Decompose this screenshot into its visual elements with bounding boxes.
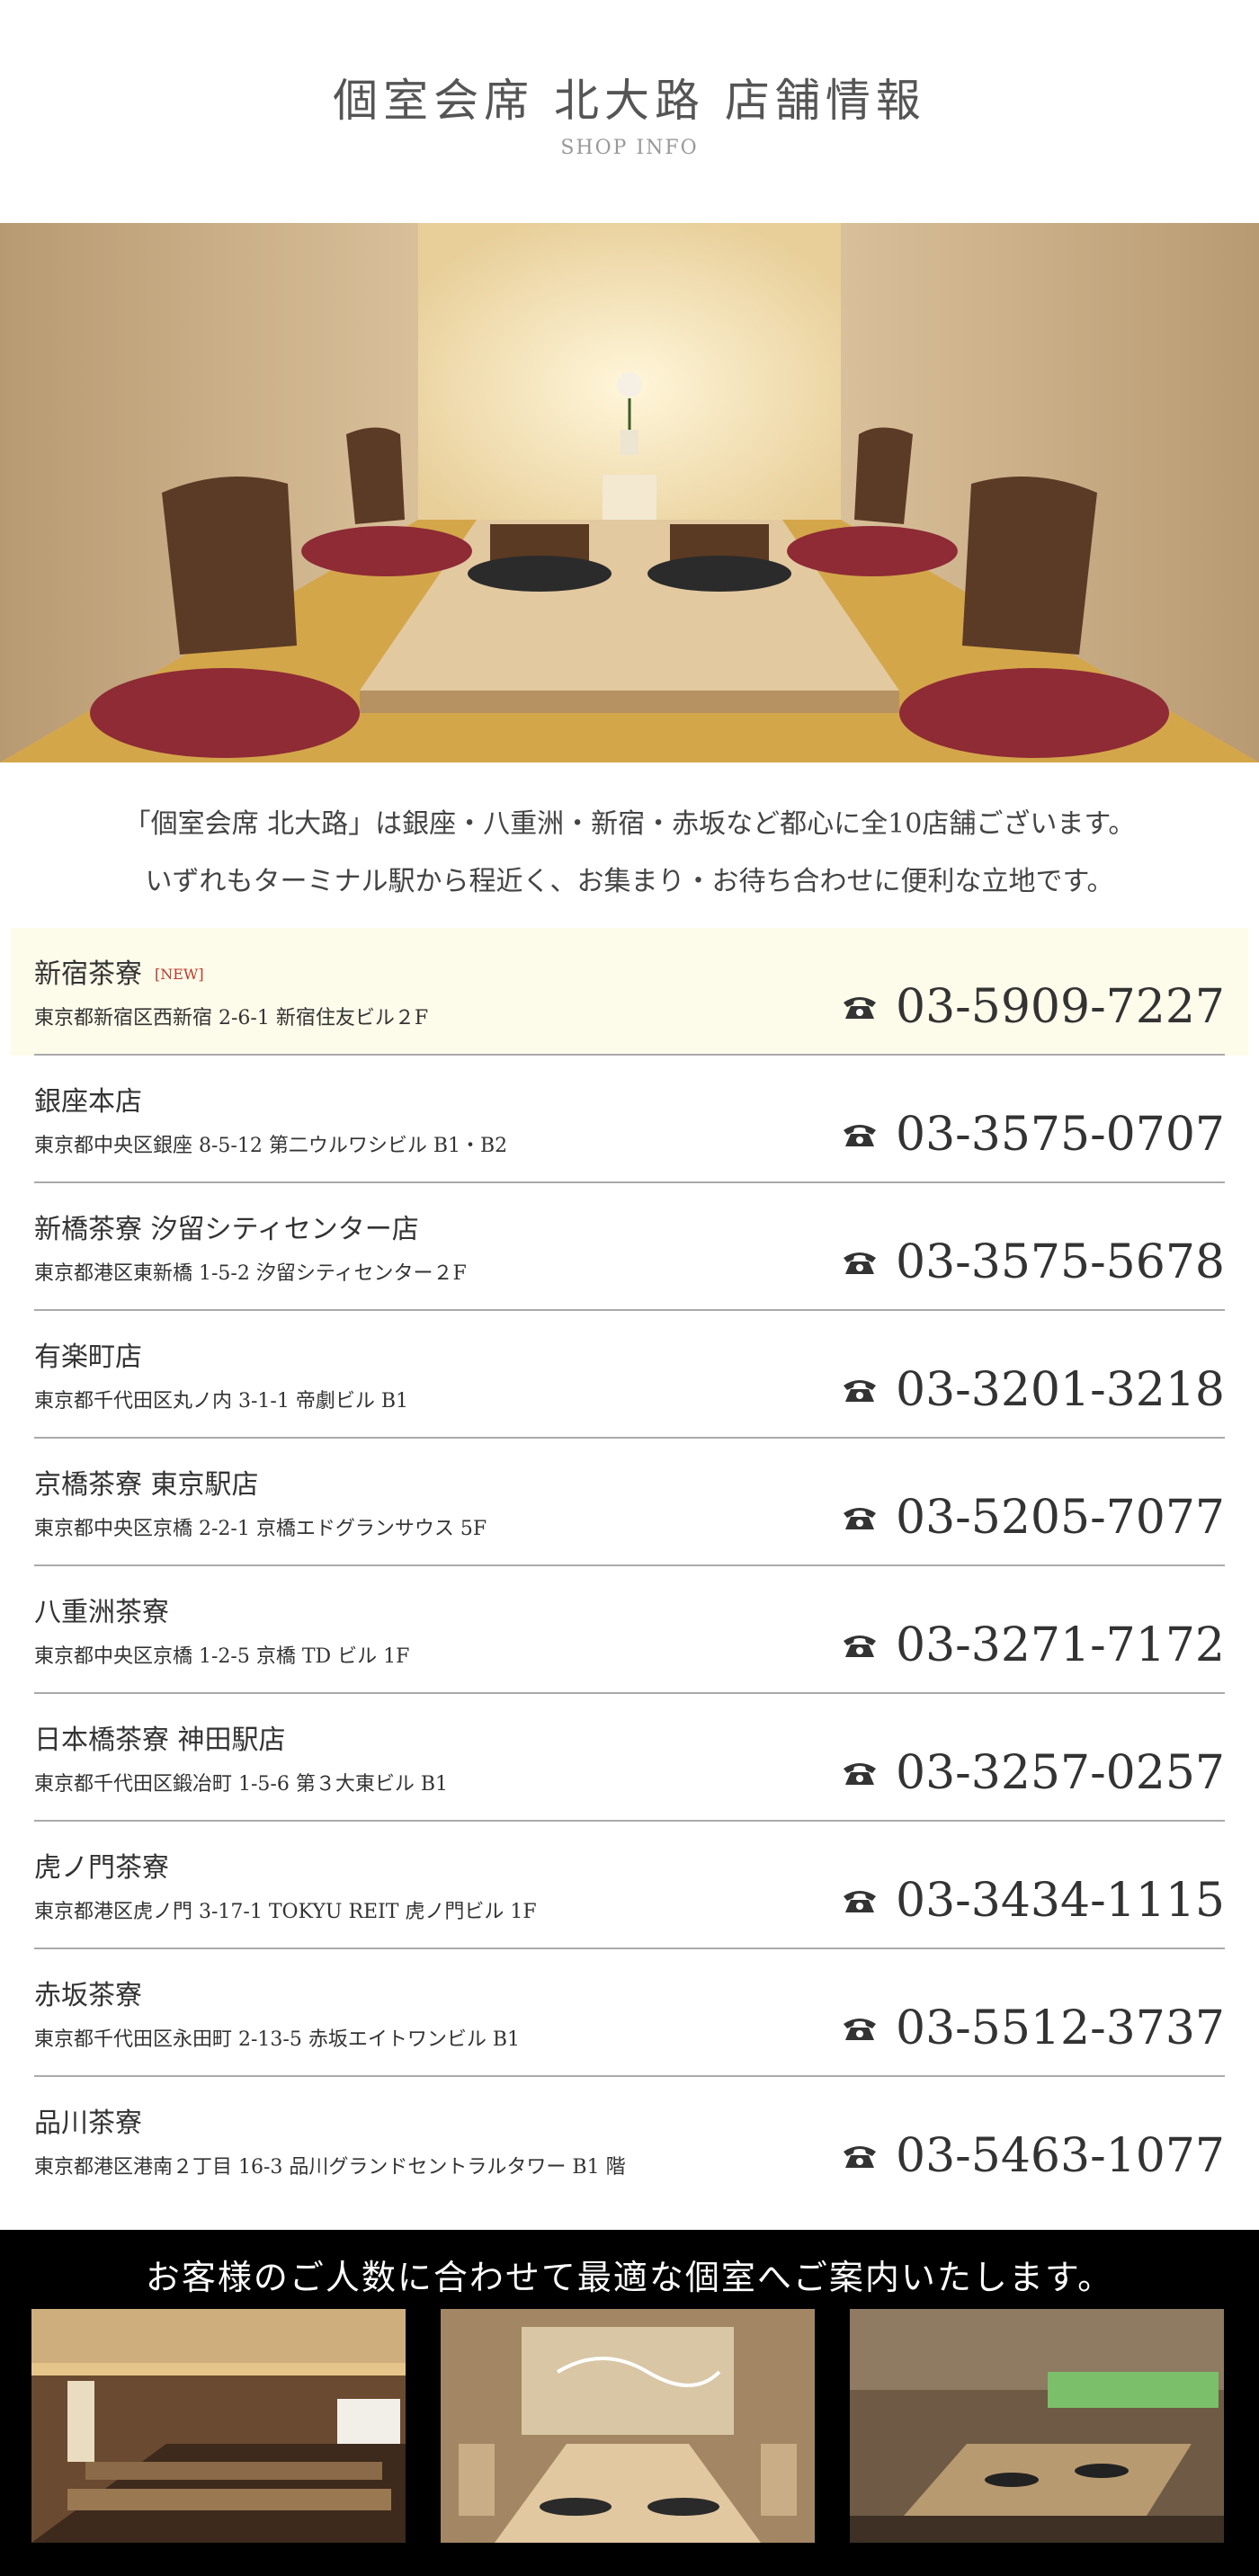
shop-item-kyobashi: 京橋茶寮 東京駅店 東京都中央区京橋 2-2-1 京橋エドグランサウス 5F 0… — [11, 1439, 1248, 1566]
shop-phone-link[interactable]: 03-3201-3218 — [842, 1363, 1225, 1417]
shop-address: 東京都千代田区鍛冶町 1-5-6 第３大東ビル B1 — [34, 1773, 449, 1796]
shop-item-shinagawa: 品川茶寮 東京都港区港南２丁目 16-3 品川グランドセントラルタワー B1 階… — [11, 2077, 1248, 2205]
shop-phone-number: 03-3201-3218 — [896, 1363, 1225, 1417]
intro-text: 「個室会席 北大路」は銀座・八重洲・新宿・赤坂など都心に全10店舗ございます。 … — [0, 796, 1259, 911]
hero-image — [0, 223, 1259, 762]
shop-phone-link[interactable]: 03-5909-7227 — [842, 980, 1225, 1034]
shop-address: 東京都千代田区永田町 2-13-5 赤坂エイトワンビル B1 — [34, 2028, 521, 2051]
shop-name: 品川茶寮 — [34, 2108, 142, 2139]
new-badge: [NEW] — [155, 966, 204, 983]
shop-phone-number: 03-3434-1115 — [896, 1874, 1225, 1928]
shop-phone-number: 03-3257-0257 — [896, 1746, 1225, 1800]
shop-name: 日本橋茶寮 神田駅店 — [34, 1725, 286, 1756]
shop-phone-link[interactable]: 03-5463-1077 — [842, 2129, 1225, 2183]
shop-name: 新宿茶寮 — [34, 958, 142, 990]
shop-name: 有楽町店 — [34, 1341, 142, 1373]
shop-name: 新橋茶寮 汐留シティセンター店 — [34, 1214, 419, 1245]
shop-name: 赤坂茶寮 — [34, 1980, 142, 2011]
shop-phone-number: 03-3575-5678 — [896, 1235, 1225, 1289]
shop-phone-link[interactable]: 03-3434-1115 — [842, 1874, 1225, 1928]
shop-address: 東京都千代田区丸ノ内 3-1-1 帝劇ビル B1 — [34, 1390, 409, 1413]
shop-phone-number: 03-5909-7227 — [896, 980, 1225, 1034]
shop-address: 東京都港区港南２丁目 16-3 品川グランドセントラルタワー B1 階 — [34, 2156, 626, 2179]
shop-phone-number: 03-3575-0707 — [896, 1108, 1225, 1162]
shop-item-shimbashi: 新橋茶寮 汐留シティセンター店 東京都港区東新橋 1-5-2 汐留シティセンター… — [11, 1183, 1248, 1311]
shop-item-toranomon: 虎ノ門茶寮 東京都港区虎ノ門 3-17-1 TOKYU REIT 虎ノ門ビル 1… — [11, 1822, 1248, 1949]
shop-phone-number: 03-3271-7172 — [896, 1618, 1225, 1672]
shop-item-shinjuku: 新宿茶寮 [NEW] 東京都新宿区西新宿 2-6-1 新宿住友ビル２F 03-59… — [11, 928, 1248, 1056]
page-title: 個室会席 北大路 店舗情報 — [333, 75, 926, 127]
shop-address: 東京都新宿区西新宿 2-6-1 新宿住友ビル２F — [34, 1007, 429, 1030]
shop-phone-number: 03-5463-1077 — [896, 2129, 1225, 2183]
phone-icon — [844, 1125, 877, 1146]
phone-icon — [844, 997, 877, 1019]
room-photo-private-room[interactable] — [850, 2309, 1224, 2543]
shop-phone-link[interactable]: 03-3271-7172 — [842, 1618, 1225, 1672]
page-subtitle: SHOP INFO — [560, 137, 699, 159]
shop-address: 東京都港区東新橋 1-5-2 汐留シティセンター２F — [34, 1262, 467, 1285]
intro-line-1: 「個室会席 北大路」は銀座・八重洲・新宿・赤坂など都心に全10店舗ございます。 — [123, 808, 1136, 840]
shop-list: 新宿茶寮 [NEW] 東京都新宿区西新宿 2-6-1 新宿住友ビル２F 03-59… — [11, 928, 1248, 2205]
phone-icon — [844, 1380, 877, 1402]
shop-name: 八重洲茶寮 — [34, 1597, 169, 1628]
phone-icon — [844, 2146, 877, 2168]
shop-name: 京橋茶寮 東京駅店 — [34, 1469, 259, 1501]
phone-icon — [844, 2019, 877, 2040]
shop-phone-link[interactable]: 03-3257-0257 — [842, 1746, 1225, 1800]
shop-item-ginza: 銀座本店 東京都中央区銀座 8-5-12 第二ウルワシビル B1・B2 03-3… — [11, 1056, 1248, 1183]
room-guide-banner: お客様のご人数に合わせて最適な個室へご案内いたします。 — [0, 2230, 1259, 2576]
shop-name: 銀座本店 — [34, 1086, 142, 1118]
banner-title: お客様のご人数に合わせて最適な個室へご案内いたします。 — [145, 2258, 1114, 2297]
intro-line-2: いずれもターミナル駅から程近く、お集まり・お待ち合わせに便利な立地です。 — [145, 866, 1114, 897]
phone-icon — [844, 1891, 877, 1912]
shop-item-yurakucho: 有楽町店 東京都千代田区丸ノ内 3-1-1 帝劇ビル B1 03-3201-32… — [11, 1311, 1248, 1439]
phone-icon — [844, 1763, 877, 1785]
shop-phone-link[interactable]: 03-5205-7077 — [842, 1491, 1225, 1545]
shop-phone-link[interactable]: 03-3575-5678 — [842, 1235, 1225, 1289]
shop-item-nihonbashi: 日本橋茶寮 神田駅店 東京都千代田区鍛冶町 1-5-6 第３大東ビル B1 03… — [11, 1694, 1248, 1822]
shop-address: 東京都中央区京橋 1-2-5 京橋 TD ビル 1F — [34, 1645, 410, 1668]
shop-item-yaesu: 八重洲茶寮 東京都中央区京橋 1-2-5 京橋 TD ビル 1F 03-3271… — [11, 1566, 1248, 1694]
phone-icon — [844, 1636, 877, 1657]
room-photo-large-hall[interactable] — [31, 2309, 406, 2543]
shop-address: 東京都中央区京橋 2-2-1 京橋エドグランサウス 5F — [34, 1518, 487, 1540]
phone-icon — [844, 1252, 877, 1274]
shop-phone-link[interactable]: 03-3575-0707 — [842, 1108, 1225, 1162]
shop-phone-number: 03-5205-7077 — [896, 1491, 1225, 1545]
shop-phone-number: 03-5512-3737 — [896, 2001, 1225, 2055]
shop-phone-link[interactable]: 03-5512-3737 — [842, 2001, 1225, 2055]
shop-address: 東京都中央区銀座 8-5-12 第二ウルワシビル B1・B2 — [34, 1135, 508, 1157]
shop-item-akasaka: 赤坂茶寮 東京都千代田区永田町 2-13-5 赤坂エイトワンビル B1 03-5… — [11, 1949, 1248, 2077]
phone-icon — [844, 1508, 877, 1529]
page-header: 個室会席 北大路 店舗情報 SHOP INFO — [0, 0, 1259, 223]
room-photo-table-room[interactable] — [441, 2309, 815, 2543]
shop-name: 虎ノ門茶寮 — [34, 1852, 169, 1884]
shop-address: 東京都港区虎ノ門 3-17-1 TOKYU REIT 虎ノ門ビル 1F — [34, 1901, 537, 1923]
